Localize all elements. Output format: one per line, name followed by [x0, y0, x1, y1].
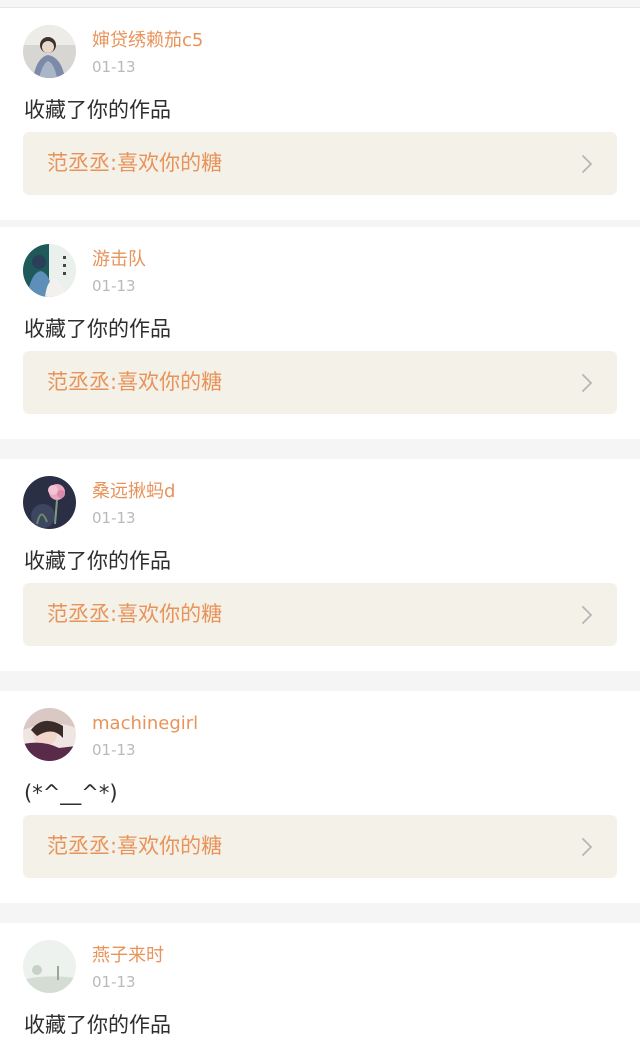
timestamp: 01-13	[92, 973, 136, 991]
notification-item: 燕子来时 01-13 收藏了你的作品	[0, 923, 640, 1040]
activity-text: 收藏了你的作品	[24, 1013, 171, 1037]
activity-text: 收藏了你的作品	[24, 98, 171, 122]
user-avatar[interactable]	[23, 940, 76, 993]
pale-landscape-avatar-icon	[23, 940, 76, 993]
user-avatar[interactable]	[23, 708, 76, 761]
work-link[interactable]: 范丞丞:喜欢你的糖	[23, 583, 617, 646]
timestamp: 01-13	[92, 58, 136, 76]
user-avatar[interactable]	[23, 244, 76, 297]
lotus-flower-avatar-icon	[23, 476, 76, 529]
notification-item: machinegirl 01-13 (*^__^*) 范丞丞:喜欢你的糖	[0, 691, 640, 903]
timestamp: 01-13	[92, 741, 136, 759]
username[interactable]: machinegirl	[92, 712, 198, 736]
work-title: 范丞丞:喜欢你的糖	[47, 370, 223, 394]
work-link[interactable]: 范丞丞:喜欢你的糖	[23, 351, 617, 414]
work-title: 范丞丞:喜欢你的糖	[47, 602, 223, 626]
user-avatar[interactable]	[23, 476, 76, 529]
notification-item: 游击队 01-13 收藏了你的作品 范丞丞:喜欢你的糖	[0, 227, 640, 439]
notification-item: 桑远揪蚂d 01-13 收藏了你的作品 范丞丞:喜欢你的糖	[0, 459, 640, 671]
timestamp: 01-13	[92, 509, 136, 527]
chevron-right-icon	[582, 606, 592, 624]
work-link[interactable]: 范丞丞:喜欢你的糖	[23, 132, 617, 195]
girl-closeup-avatar-icon	[23, 708, 76, 761]
user-avatar[interactable]	[23, 25, 76, 78]
activity-text: 收藏了你的作品	[24, 549, 171, 573]
username[interactable]: 游击队	[92, 248, 146, 272]
activity-text: 收藏了你的作品	[24, 317, 171, 341]
chevron-right-icon	[582, 838, 592, 856]
work-link[interactable]: 范丞丞:喜欢你的糖	[23, 815, 617, 878]
chevron-right-icon	[582, 374, 592, 392]
username[interactable]: 燕子来时	[92, 944, 164, 968]
girl-portrait-avatar-icon	[23, 25, 76, 78]
timestamp: 01-13	[92, 277, 136, 295]
couple-portrait-avatar-icon	[23, 244, 76, 297]
activity-text: (*^__^*)	[24, 781, 118, 805]
work-title: 范丞丞:喜欢你的糖	[47, 151, 223, 175]
chevron-right-icon	[582, 155, 592, 173]
username[interactable]: 桑远揪蚂d	[92, 480, 175, 504]
username[interactable]: 婶贷绣赖茄c5	[92, 29, 203, 53]
work-title: 范丞丞:喜欢你的糖	[47, 834, 223, 858]
notification-item: 婶贷绣赖茄c5 01-13 收藏了你的作品 范丞丞:喜欢你的糖	[0, 7, 640, 220]
